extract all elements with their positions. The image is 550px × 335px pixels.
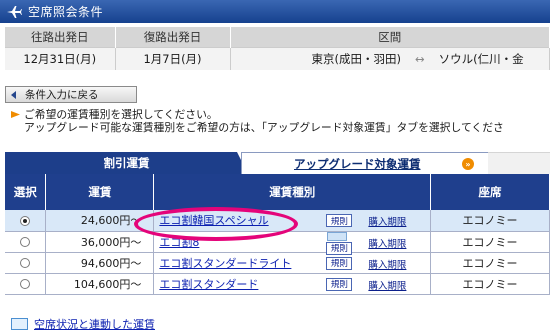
page-title: 空席照会条件 [28, 5, 104, 19]
purchase-deadline-link[interactable]: 購入期限 [368, 214, 406, 228]
back-arrow-icon [11, 90, 16, 99]
outbound-date: 12月31日(月) [5, 46, 116, 70]
double-chevron-icon[interactable]: » [462, 158, 474, 170]
orange-arrow-icon [11, 111, 20, 118]
rules-button[interactable]: 規則 [326, 256, 353, 270]
return-date: 1月7日(月) [115, 46, 231, 70]
route: 東京(成田・羽田) ↔ ソウル(仁川・金 [230, 46, 550, 70]
tab-spacer [488, 152, 550, 174]
fare-table: 選択 運賃 運賃種別 座席 24,600円〜 エコ割韓国スペシャル 規則 購入期… [5, 174, 550, 295]
fare-tabs: 割引運賃 アップグレード対象運賃 » [5, 152, 550, 174]
route-from: 東京(成田・羽田) [311, 51, 401, 66]
fare-type-column-header: 運賃種別 [153, 174, 432, 210]
purchase-deadline-link[interactable]: 購入期限 [368, 236, 406, 250]
back-button-label: 条件入力に戻る [25, 89, 99, 101]
tab-discount-fares[interactable]: 割引運賃 [5, 152, 248, 174]
table-row[interactable]: 36,000円〜 エコ割8 規則 購入期限 エコノミー [5, 231, 550, 255]
table-row[interactable]: 94,600円〜 エコ割スタンダードライト 規則 購入期限 エコノミー [5, 252, 550, 274]
table-row[interactable]: 24,600円〜 エコ割韓国スペシャル 規則 購入期限 エコノミー [5, 210, 550, 232]
fare-radio-button[interactable] [20, 279, 31, 289]
linked-fares-label: 空席状況と連動した運賃 [34, 318, 155, 331]
seat-column-header: 座席 [430, 174, 550, 210]
rules-button[interactable]: 規則 [326, 214, 353, 227]
select-column-header: 選択 [5, 174, 47, 210]
fare-price: 36,000円〜 [45, 231, 155, 253]
fare-price: 104,600円〜 [45, 273, 155, 295]
fare-type-link[interactable]: エコ割スタンダード [159, 278, 258, 291]
fare-price: 24,600円〜 [45, 210, 155, 232]
linked-fares-link[interactable]: 空席状況と連動した運賃 [11, 316, 155, 332]
instruction-line-1: ご希望の運賃種別を選択してください。 [24, 108, 218, 121]
fare-radio-button[interactable] [20, 258, 31, 268]
fare-type-link[interactable]: エコ割8 [159, 236, 199, 249]
airplane-icon [0, 0, 28, 23]
back-to-conditions-button[interactable]: 条件入力に戻る [5, 86, 137, 103]
purchase-deadline-link[interactable]: 購入期限 [368, 257, 406, 271]
seat-chart-icon[interactable] [327, 231, 348, 241]
seat-class: エコノミー [430, 210, 550, 232]
fare-price: 94,600円〜 [45, 252, 155, 274]
outbound-date-header: 往路出発日 [5, 27, 116, 47]
tab-discount-fares-label: 割引運賃 [103, 156, 150, 170]
seat-class: エコノミー [430, 231, 550, 253]
title-bar: 空席照会条件 [0, 0, 550, 23]
search-conditions-table: 往路出発日 復路出発日 区間 12月31日(月) 1月7日(月) 東京(成田・羽… [5, 27, 550, 70]
tab-upgrade-fares[interactable]: アップグレード対象運賃 » [241, 152, 489, 174]
fare-type-link[interactable]: エコ割スタンダードライト [159, 257, 291, 270]
round-trip-arrow-icon: ↔ [414, 51, 425, 66]
purchase-deadline-link[interactable]: 購入期限 [368, 278, 406, 292]
tab-upgrade-fares-label: アップグレード対象運賃 [294, 156, 421, 171]
price-column-header: 運賃 [45, 174, 155, 210]
seat-class: エコノミー [430, 273, 550, 295]
fare-radio-button[interactable] [20, 237, 31, 247]
chart-icon [11, 318, 28, 330]
table-row[interactable]: 104,600円〜 エコ割スタンダード 規則 購入期限 エコノミー [5, 273, 550, 295]
seat-class: エコノミー [430, 252, 550, 274]
fare-type-link[interactable]: エコ割韓国スペシャル [159, 214, 268, 227]
instructions: ご希望の運賃種別を選択してください。 アップグレード可能な運賃種別をご希望の方は… [11, 108, 550, 134]
instruction-line-2: アップグレード可能な運賃種別をご希望の方は、「アップグレード対象運賃」タブを選択… [24, 121, 504, 134]
route-to: ソウル(仁川・金 [438, 51, 524, 66]
return-date-header: 復路出発日 [115, 27, 231, 47]
fare-radio-button[interactable] [20, 215, 31, 226]
route-header: 区間 [230, 27, 550, 47]
rules-button[interactable]: 規則 [326, 277, 353, 291]
